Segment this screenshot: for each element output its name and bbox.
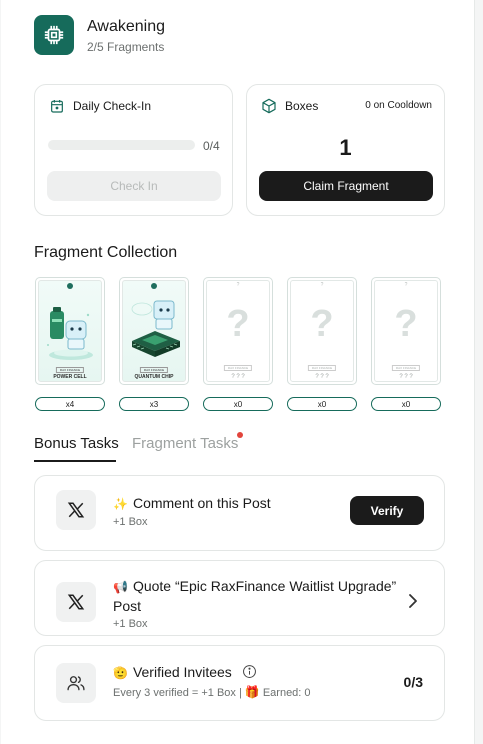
awakening-panel: Awakening 2/5 Fragments Daily Check-In 0… bbox=[1, 0, 475, 744]
fragment-name: QUANTUM CHIP bbox=[134, 374, 174, 380]
info-icon[interactable] bbox=[242, 664, 257, 679]
check-in-button[interactable]: Check In bbox=[47, 171, 221, 201]
claim-fragment-button[interactable]: Claim Fragment bbox=[259, 171, 433, 201]
boxes-label: Boxes bbox=[285, 99, 319, 113]
checkin-progress-text: 0/4 bbox=[203, 139, 220, 153]
salute-icon: 🫡 bbox=[113, 666, 128, 680]
fragment-count: x3 bbox=[119, 397, 189, 411]
question-mark-icon: ? bbox=[226, 303, 250, 345]
x-logo-icon bbox=[56, 582, 96, 622]
fragment-card-power-cell[interactable]: RAX FINANCE POWER CELL bbox=[35, 277, 105, 385]
fragment-card-locked[interactable]: ? ? RAX FINANCE ? ? ? bbox=[371, 277, 441, 385]
fragment-name: POWER CELL bbox=[53, 374, 87, 380]
checkin-progress-bar bbox=[48, 140, 195, 150]
sparkles-icon: ✨ bbox=[113, 497, 128, 511]
fragment-count: x4 bbox=[35, 397, 105, 411]
box-count: 1 bbox=[339, 135, 352, 160]
x-logo-icon bbox=[56, 490, 96, 530]
fragment-name: ? ? ? bbox=[231, 374, 245, 380]
locked-top-mark: ? bbox=[320, 282, 324, 288]
active-tab-indicator bbox=[34, 460, 116, 462]
header: Awakening 2/5 Fragments bbox=[34, 15, 165, 55]
tab-bonus-tasks[interactable]: Bonus Tasks bbox=[34, 435, 119, 452]
fragment-name: ? ? ? bbox=[399, 374, 413, 380]
megaphone-icon: 📢 bbox=[113, 580, 128, 594]
task-title-line2: Post bbox=[113, 598, 142, 614]
fragments-progress: 2/5 Fragments bbox=[87, 39, 165, 54]
question-mark-icon: ? bbox=[394, 303, 418, 345]
task-detail: Every 3 verified = +1 Box | 🎁 Earned: 0 bbox=[113, 685, 311, 699]
locked-top-mark: ? bbox=[404, 282, 408, 288]
task-reward: +1 Box bbox=[113, 516, 148, 528]
verify-button[interactable]: Verify bbox=[350, 496, 424, 525]
box-icon bbox=[262, 98, 276, 114]
users-icon bbox=[56, 663, 96, 703]
chip-icon bbox=[34, 15, 74, 55]
task-verified-invitees: 🫡 Verified Invitees Every 3 verified = +1… bbox=[34, 645, 445, 721]
question-mark-icon: ? bbox=[310, 303, 334, 345]
locked-top-mark: ? bbox=[236, 282, 240, 288]
fragment-count: x0 bbox=[287, 397, 357, 411]
fragment-brand: RAX FINANCE bbox=[307, 365, 337, 371]
invitee-ratio: 0/3 bbox=[403, 674, 423, 690]
calendar-icon bbox=[51, 100, 63, 113]
notification-dot bbox=[237, 432, 243, 438]
fragment-brand: RAX FINANCE bbox=[391, 365, 421, 371]
power-cell-illustration bbox=[47, 307, 93, 360]
task-reward: +1 Box bbox=[113, 618, 148, 630]
fragment-brand: RAX FINANCE bbox=[139, 367, 169, 373]
fragment-name: ? ? ? bbox=[315, 374, 329, 380]
gift-icon: 🎁 bbox=[244, 685, 260, 699]
fragment-brand: RAX FINANCE bbox=[55, 367, 85, 373]
quantum-chip-illustration bbox=[131, 300, 180, 357]
daily-checkin-card: Daily Check-In 0/4 Check In bbox=[34, 84, 233, 216]
task-title: ✨ Comment on this Post bbox=[113, 495, 271, 511]
fragment-count: x0 bbox=[371, 397, 441, 411]
fragment-count: x0 bbox=[203, 397, 273, 411]
checkin-label: Daily Check-In bbox=[73, 99, 152, 113]
boxes-card: Boxes 0 on Cooldown 1 Claim Fragment bbox=[246, 84, 445, 216]
task-title: 🫡 Verified Invitees bbox=[113, 662, 257, 683]
collection-title: Fragment Collection bbox=[34, 244, 178, 261]
fragment-card-locked[interactable]: ? ? RAX FINANCE ? ? ? bbox=[203, 277, 273, 385]
page-title: Awakening bbox=[87, 17, 165, 35]
fragment-brand: RAX FINANCE bbox=[223, 365, 253, 371]
chevron-right-icon[interactable] bbox=[408, 594, 418, 608]
fragment-card-locked[interactable]: ? ? RAX FINANCE ? ? ? bbox=[287, 277, 357, 385]
fragment-card-quantum-chip[interactable]: RAX FINANCE QUANTUM CHIP bbox=[119, 277, 189, 385]
task-comment-post: ✨ Comment on this Post +1 Box Verify bbox=[34, 475, 445, 551]
cooldown-status: 0 on Cooldown bbox=[365, 100, 432, 111]
task-title: 📢 Quote “Epic RaxFinance Waitlist Upgrade… bbox=[113, 578, 397, 594]
task-quote-post[interactable]: 📢 Quote “Epic RaxFinance Waitlist Upgrade… bbox=[34, 560, 445, 636]
tab-fragment-tasks[interactable]: Fragment Tasks bbox=[132, 435, 238, 452]
